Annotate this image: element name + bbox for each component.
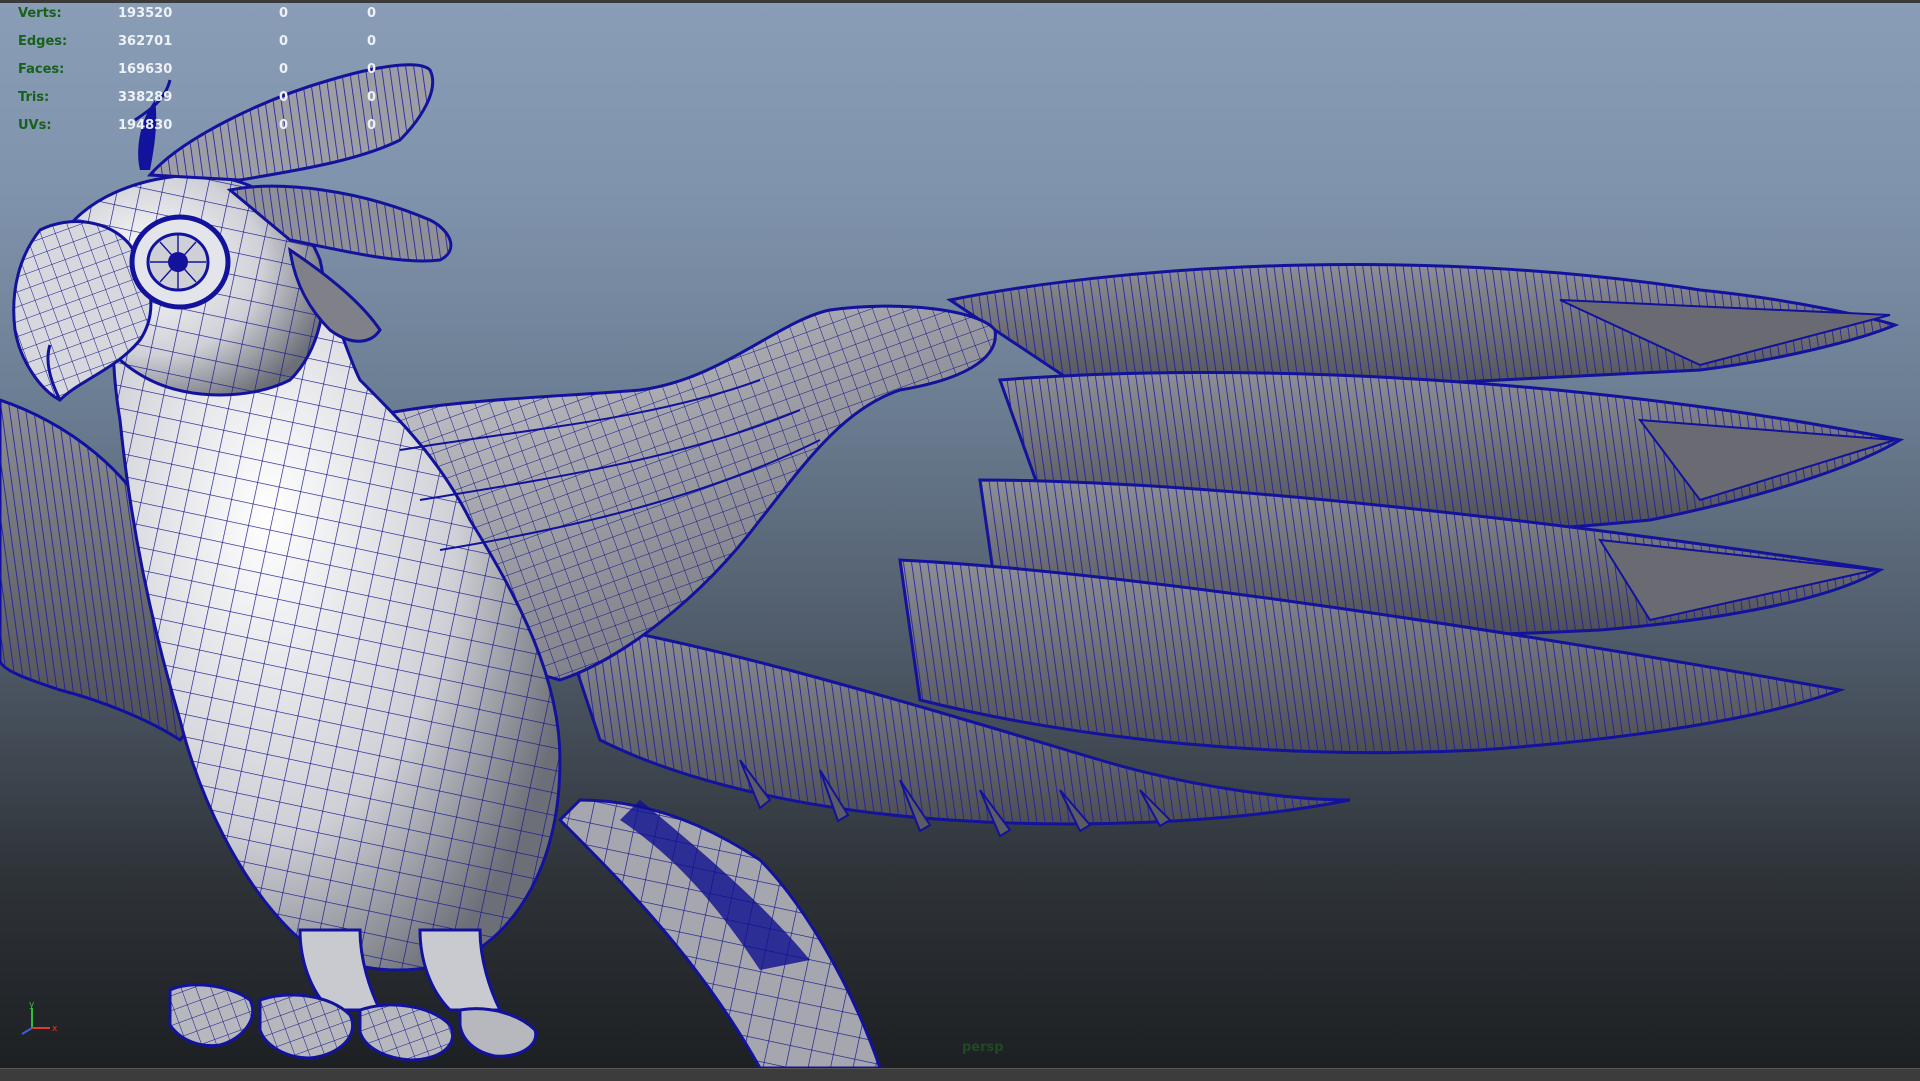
hud-value: 0 — [366, 62, 376, 77]
hud-value: 0 — [366, 118, 376, 133]
hud-value: 362701 — [118, 34, 173, 49]
hud-value: 0 — [366, 6, 376, 21]
axis-gizmo-icon: y x — [21, 1000, 58, 1035]
hud-label: Faces: — [18, 62, 65, 77]
parrot-wireframe-model[interactable] — [0, 0, 1920, 1068]
axis-y-label: y — [29, 1000, 35, 1010]
hud-value: 0 — [278, 118, 288, 133]
hud-label: Tris: — [18, 90, 50, 105]
hud-value: 0 — [366, 34, 376, 49]
axis-x-label: x — [52, 1024, 58, 1034]
hud-row-tris: Tris: 338289 0 0 — [18, 84, 398, 112]
camera-name-label: persp — [962, 1040, 1004, 1055]
hud-label: Verts: — [18, 6, 62, 21]
tail-feathers — [557, 798, 882, 1068]
3d-viewport[interactable]: Verts: 193520 0 0 Edges: 362701 0 0 Face… — [0, 0, 1920, 1068]
hud-value: 0 — [278, 62, 288, 77]
viewport-bottom-bar — [0, 1068, 1920, 1081]
hud-value: 194830 — [118, 118, 173, 133]
hud-label: Edges: — [18, 34, 68, 49]
hud-row-faces: Faces: 169630 0 0 — [18, 56, 398, 84]
hud-label: UVs: — [18, 118, 52, 133]
hud-row-verts: Verts: 193520 0 0 — [18, 0, 398, 28]
hud-value: 193520 — [118, 6, 173, 21]
hud-value: 0 — [366, 90, 376, 105]
hud-value: 0 — [278, 6, 288, 21]
hud-value: 0 — [278, 90, 288, 105]
hud-row-edges: Edges: 362701 0 0 — [18, 28, 398, 56]
hud-row-uvs: UVs: 194830 0 0 — [18, 112, 398, 140]
hud-value: 0 — [278, 34, 288, 49]
hud-value: 169630 — [118, 62, 173, 77]
poly-count-hud: Verts: 193520 0 0 Edges: 362701 0 0 Face… — [18, 0, 398, 140]
hud-value: 338289 — [118, 90, 173, 105]
